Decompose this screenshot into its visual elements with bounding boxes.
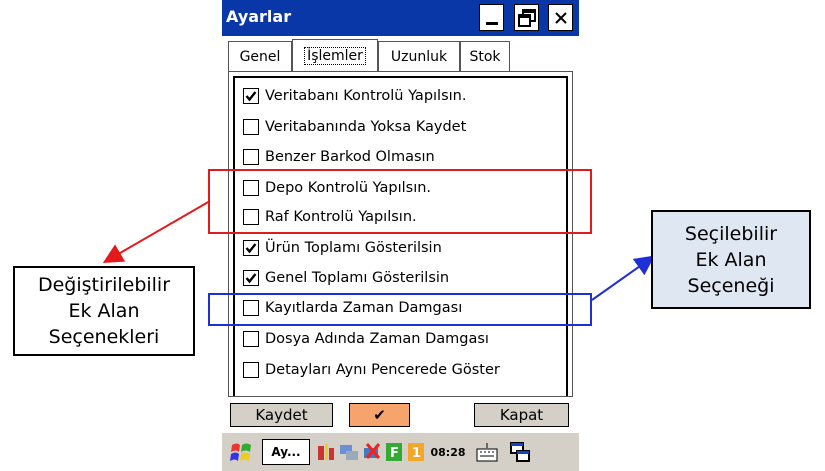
callout-line: Seçilebilir: [684, 222, 778, 245]
callout-line: Ek Alan: [68, 300, 140, 322]
blue-arrow: [591, 255, 655, 301]
callout-line: Değiştirilebilir: [37, 274, 171, 296]
red-arrow: [102, 200, 211, 264]
changeable-options-callout: Değiştirilebilir Ek Alan Seçenekleri: [13, 266, 195, 356]
callout-line: Seçeneği: [687, 274, 775, 297]
callout-line: Seçenekleri: [48, 326, 160, 348]
callout-line: Ek Alan: [695, 248, 767, 271]
selectable-option-callout: Seçilebilir Ek Alan Seçeneği: [651, 210, 811, 309]
